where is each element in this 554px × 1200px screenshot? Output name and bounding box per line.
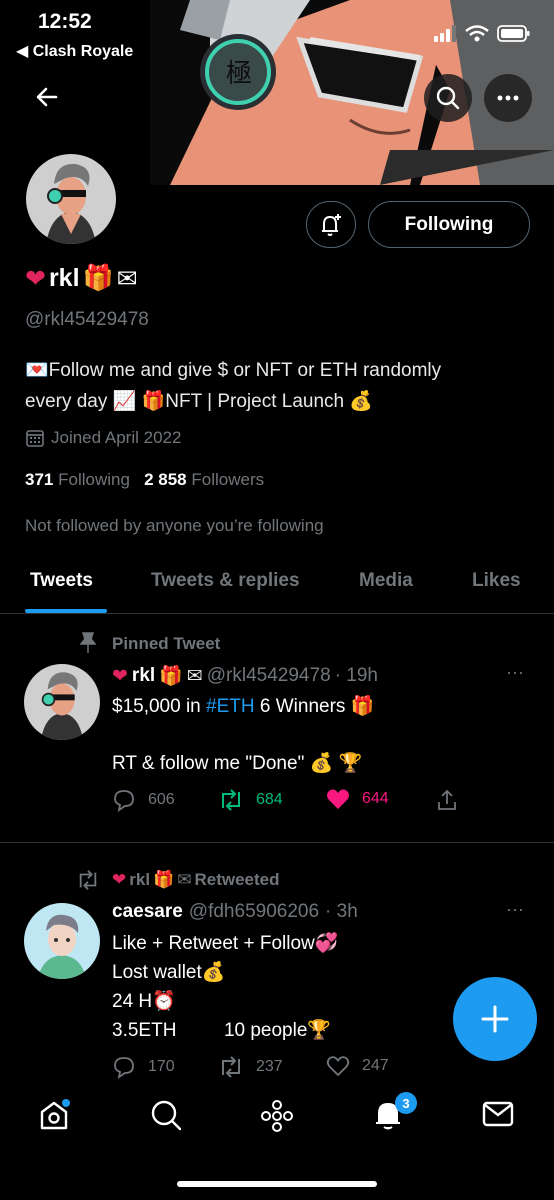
- retweet-header: caesare @fdh65906206 · 3h: [112, 901, 358, 923]
- joined-date: Joined April 2022: [25, 428, 181, 448]
- profile-avatar[interactable]: [22, 150, 120, 248]
- heart-outline-icon: [326, 1056, 350, 1077]
- tweet-divider: [0, 842, 554, 843]
- profile-bio: 💌Follow me and give $ or NFT or ETH rand…: [25, 359, 442, 412]
- spaces-icon[interactable]: [259, 1098, 295, 1139]
- tab-media[interactable]: Media: [359, 570, 413, 592]
- retweet-action[interactable]: 684: [218, 788, 283, 812]
- retweeted-by: ❤ rkl 🎁 ✉ Retweeted: [112, 870, 280, 890]
- followers-stat[interactable]: 2 858 Followers: [144, 470, 264, 489]
- bell-plus-icon: [322, 213, 341, 236]
- like-action[interactable]: 644: [326, 788, 389, 810]
- plus-icon: [481, 1005, 509, 1033]
- back-to-app-link[interactable]: ◀ Clash Royale: [16, 41, 133, 61]
- gift-emoji: 🎁: [82, 263, 114, 292]
- tweet-more-icon[interactable]: ···: [506, 662, 524, 683]
- pinned-tweet-header: ❤ rkl 🎁 ✉ @rkl45429478 · 19h: [112, 664, 378, 688]
- home-icon[interactable]: [37, 1098, 71, 1137]
- share-icon[interactable]: [435, 788, 459, 817]
- tab-likes[interactable]: Likes: [472, 570, 521, 592]
- home-indicator: [177, 1181, 377, 1187]
- battery-icon: [497, 25, 530, 42]
- tweet-author-name: rkl: [131, 664, 156, 686]
- status-time: 12:52: [38, 10, 92, 33]
- signal-icon: [434, 25, 456, 42]
- notifications-badge: 3: [395, 1092, 417, 1114]
- explore-search-icon[interactable]: [149, 1098, 183, 1137]
- retweet-icon: [222, 1056, 240, 1078]
- more-icon: [497, 95, 519, 101]
- pinned-tweet-text: $15,000 in #ETH 6 Winners 🎁: [112, 695, 375, 717]
- retweet-author-handle: @fdh65906206: [188, 901, 320, 922]
- retweet-like-action[interactable]: 247: [326, 1055, 389, 1077]
- love-letter-emoji: 💌: [25, 359, 49, 381]
- pinned-label: Pinned Tweet: [112, 634, 221, 653]
- retweet-author-name: caesare: [112, 901, 183, 922]
- retweet-text: Like + Retweet + Follow💞 Lost wallet💰 24…: [112, 932, 339, 1041]
- messages-icon[interactable]: [482, 1100, 514, 1133]
- retweet-icon: [222, 789, 240, 811]
- tab-tweets-replies[interactable]: Tweets & replies: [151, 570, 300, 592]
- reply-icon: [114, 1057, 134, 1079]
- retweet-more-icon[interactable]: ···: [506, 899, 524, 920]
- retweet-small-icon: [76, 869, 100, 896]
- svg-text:極: 極: [226, 59, 252, 89]
- tweet-time: · 19h: [334, 664, 378, 686]
- envelope-emoji: ✉: [116, 263, 138, 293]
- notify-bell-button[interactable]: [306, 201, 356, 248]
- active-tab-indicator: [25, 609, 107, 613]
- retweet-time: · 3h: [325, 901, 358, 922]
- pin-icon: [79, 632, 97, 659]
- reply-action[interactable]: 606: [112, 788, 175, 812]
- hashtag-link[interactable]: #ETH: [206, 696, 255, 717]
- back-arrow-icon[interactable]: [34, 84, 60, 110]
- following-stat[interactable]: 371 Following: [25, 470, 130, 489]
- retweet-reply-action[interactable]: 170: [112, 1055, 175, 1079]
- follow-stats: 371 Following 2 858 Followers: [25, 470, 264, 490]
- search-button[interactable]: [424, 74, 472, 122]
- following-button[interactable]: Following: [368, 201, 530, 248]
- retweet-retweet-action[interactable]: 237: [218, 1055, 283, 1079]
- pinned-tweet-avatar[interactable]: [24, 664, 100, 740]
- more-options-button[interactable]: [484, 74, 532, 122]
- retweet-author-avatar[interactable]: [24, 903, 100, 979]
- profile-tabs: Tweets Tweets & replies Media Likes: [0, 560, 554, 614]
- reply-icon: [114, 790, 134, 812]
- profile-name: ❤ rkl 🎁 ✉: [25, 263, 138, 293]
- heart-emoji: ❤: [25, 263, 46, 293]
- tweet-author-handle: @rkl45429478: [206, 664, 331, 686]
- pinned-tweet-text-line2: RT & follow me "Done" 💰 🏆: [112, 752, 363, 774]
- tab-tweets[interactable]: Tweets: [30, 570, 93, 592]
- compose-tweet-button[interactable]: [453, 977, 537, 1061]
- calendar-icon: [26, 430, 44, 447]
- heart-filled-icon: [327, 789, 349, 809]
- wifi-icon: [465, 25, 489, 36]
- status-icons: [432, 22, 532, 51]
- profile-handle: @rkl45429478: [25, 309, 149, 330]
- not-followed-text: Not followed by anyone you’re following: [25, 516, 324, 535]
- profile-name-text: rkl: [48, 263, 80, 292]
- search-icon: [436, 86, 460, 110]
